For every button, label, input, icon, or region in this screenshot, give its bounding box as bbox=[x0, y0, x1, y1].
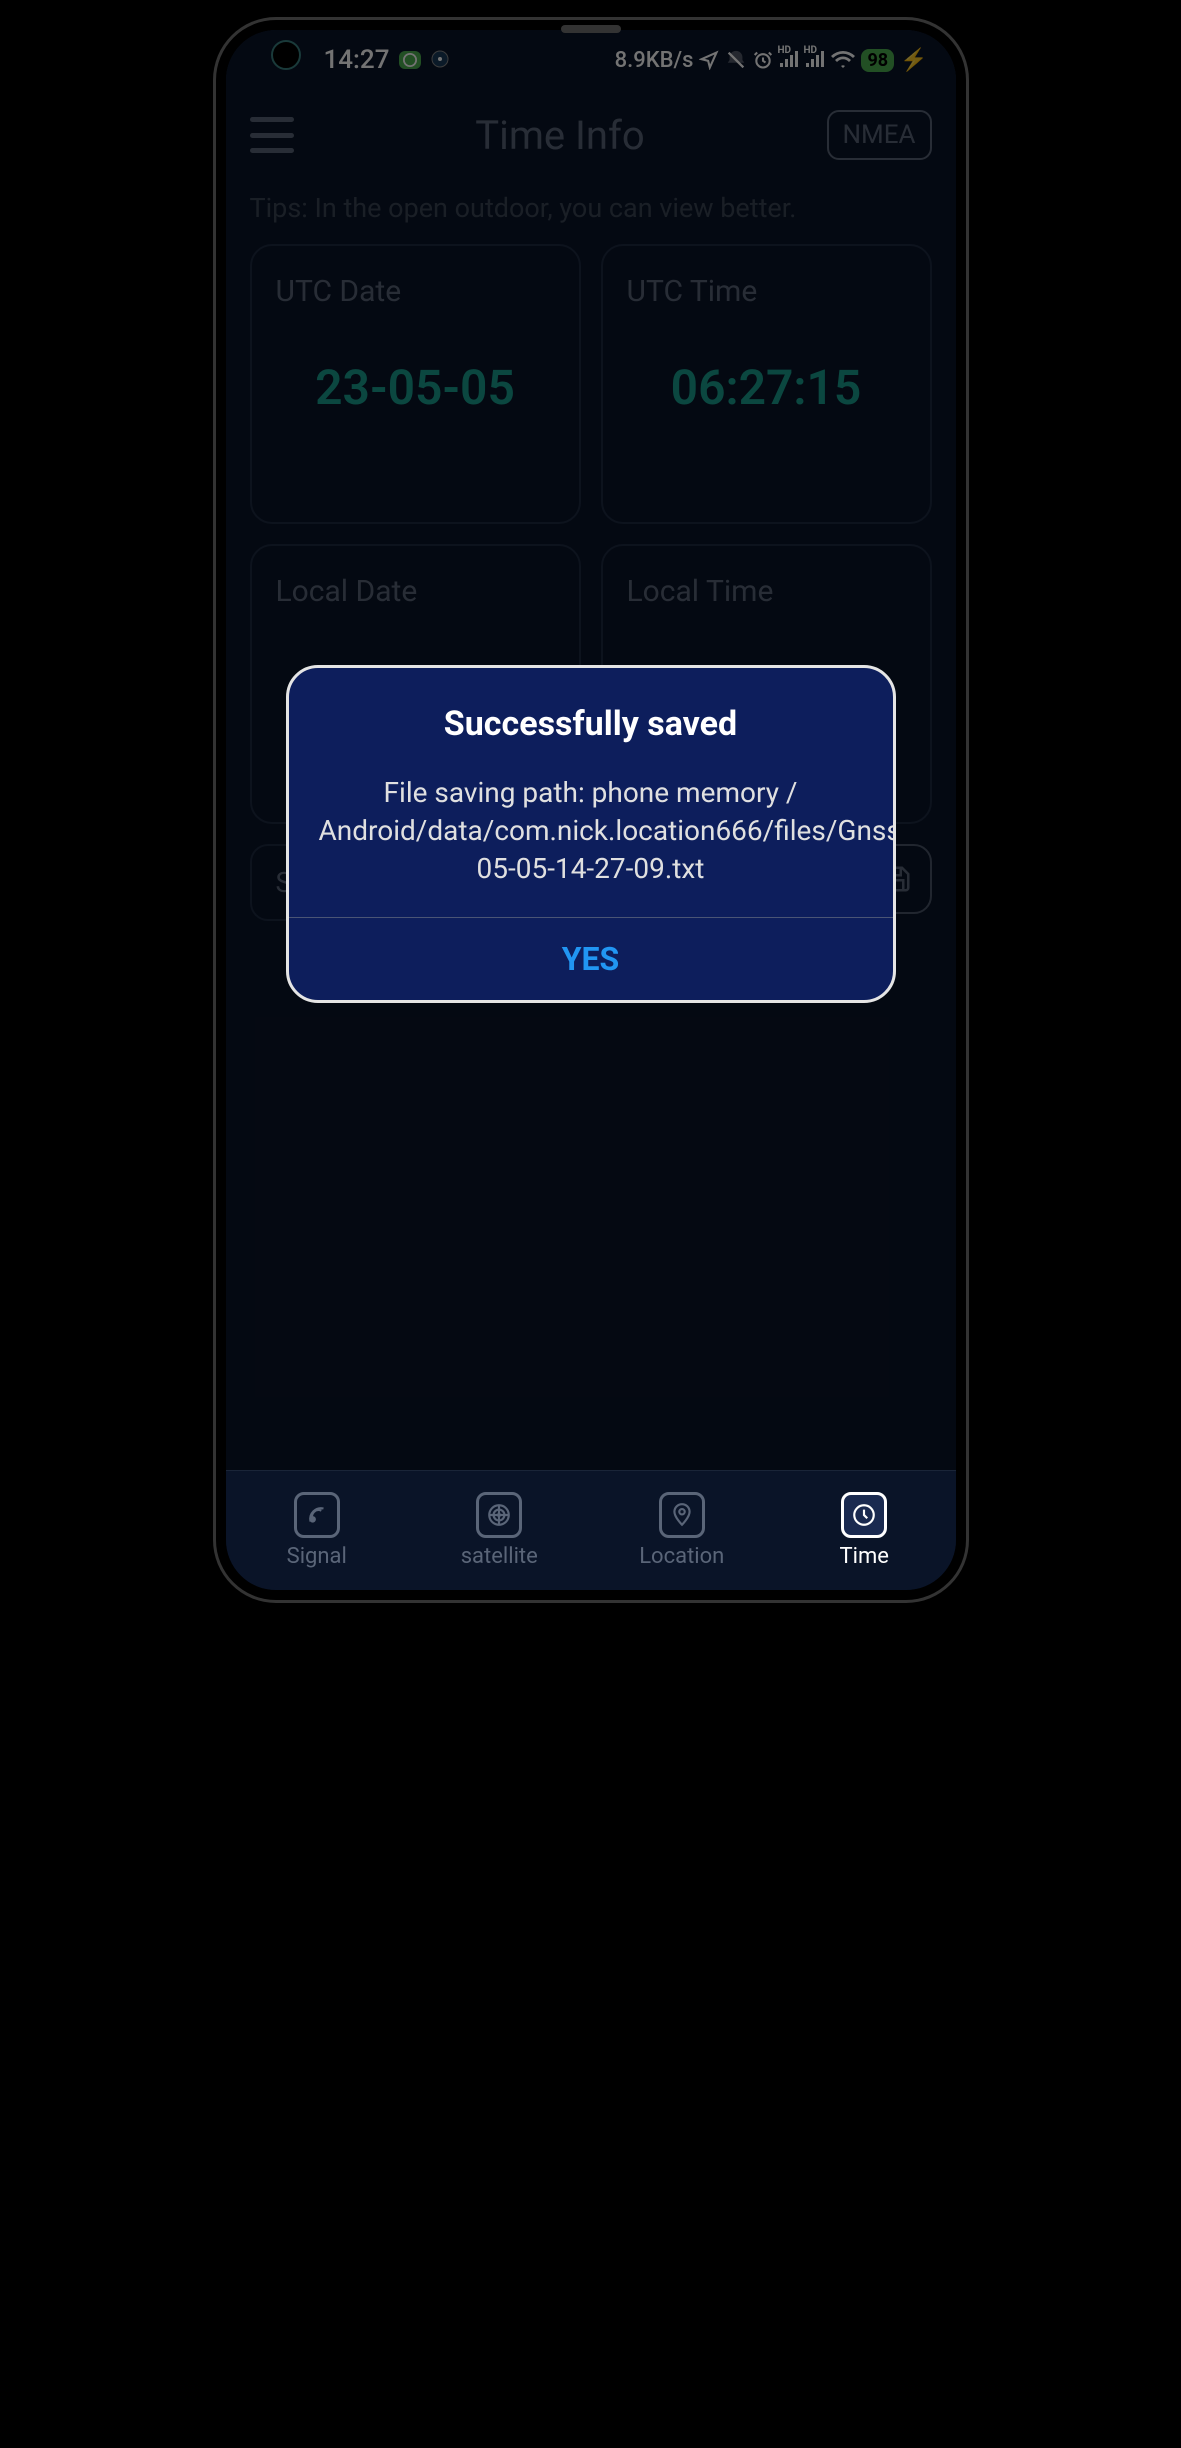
utc-time-card: UTC Time 06:27:15 bbox=[601, 244, 932, 524]
utc-date-value: 23-05-05 bbox=[276, 359, 555, 416]
phone-frame: 14:27 8.9KB/s bbox=[216, 20, 966, 1600]
nmea-button[interactable]: NMEA bbox=[827, 110, 932, 160]
wifi-icon bbox=[831, 50, 855, 70]
location-arrow-icon bbox=[699, 50, 719, 70]
utc-time-value: 06:27:15 bbox=[627, 359, 906, 416]
nav-time[interactable]: Time bbox=[773, 1471, 956, 1590]
status-bar: 14:27 8.9KB/s bbox=[226, 30, 956, 90]
clock-icon bbox=[841, 1492, 887, 1538]
vibrate-icon bbox=[725, 49, 747, 71]
camera-cutout bbox=[271, 40, 301, 70]
nav-satellite[interactable]: satellite bbox=[408, 1471, 591, 1590]
alarm-icon bbox=[753, 50, 773, 70]
signal-hd-icon-2: HD bbox=[805, 51, 825, 69]
status-right: 8.9KB/s HD HD bbox=[615, 48, 928, 73]
nav-label: Location bbox=[639, 1544, 724, 1569]
local-date-label: Local Date bbox=[276, 574, 555, 609]
nav-signal[interactable]: Signal bbox=[226, 1471, 409, 1590]
status-time: 14:27 bbox=[324, 45, 390, 75]
nav-label: Signal bbox=[287, 1544, 347, 1569]
utc-date-card: UTC Date 23-05-05 bbox=[250, 244, 581, 524]
dialog-body: File saving path: phone memory / Android… bbox=[289, 760, 893, 917]
secondary-badge-icon bbox=[431, 45, 449, 75]
radar-icon bbox=[476, 1492, 522, 1538]
utc-date-label: UTC Date bbox=[276, 274, 555, 309]
tips-text: Tips: In the open outdoor, you can view … bbox=[226, 180, 956, 244]
local-time-label: Local Time bbox=[627, 574, 906, 609]
nav-label: Time bbox=[840, 1544, 889, 1569]
speaker-grille bbox=[561, 25, 621, 33]
save-success-dialog: Successfully saved File saving path: pho… bbox=[286, 665, 896, 1003]
bottom-nav: Signal satellite Location Time bbox=[226, 1470, 956, 1590]
phone-screen: 14:27 8.9KB/s bbox=[226, 30, 956, 1590]
app-header: Time Info NMEA bbox=[226, 90, 956, 180]
signal-hd-icon-1: HD bbox=[779, 51, 799, 69]
battery-indicator: 98 bbox=[861, 49, 894, 72]
nav-label: satellite bbox=[461, 1544, 538, 1569]
charging-icon: ⚡ bbox=[900, 48, 927, 73]
nav-location[interactable]: Location bbox=[591, 1471, 774, 1590]
utc-time-label: UTC Time bbox=[627, 274, 906, 309]
signal-dish-icon bbox=[294, 1492, 340, 1538]
page-title: Time Info bbox=[475, 112, 645, 159]
app-badge-icon bbox=[399, 51, 421, 69]
network-speed: 8.9KB/s bbox=[615, 48, 694, 73]
dialog-title: Successfully saved bbox=[289, 668, 893, 760]
dialog-yes-button[interactable]: YES bbox=[289, 918, 893, 1000]
map-pin-icon bbox=[659, 1492, 705, 1538]
menu-button[interactable] bbox=[250, 117, 294, 153]
